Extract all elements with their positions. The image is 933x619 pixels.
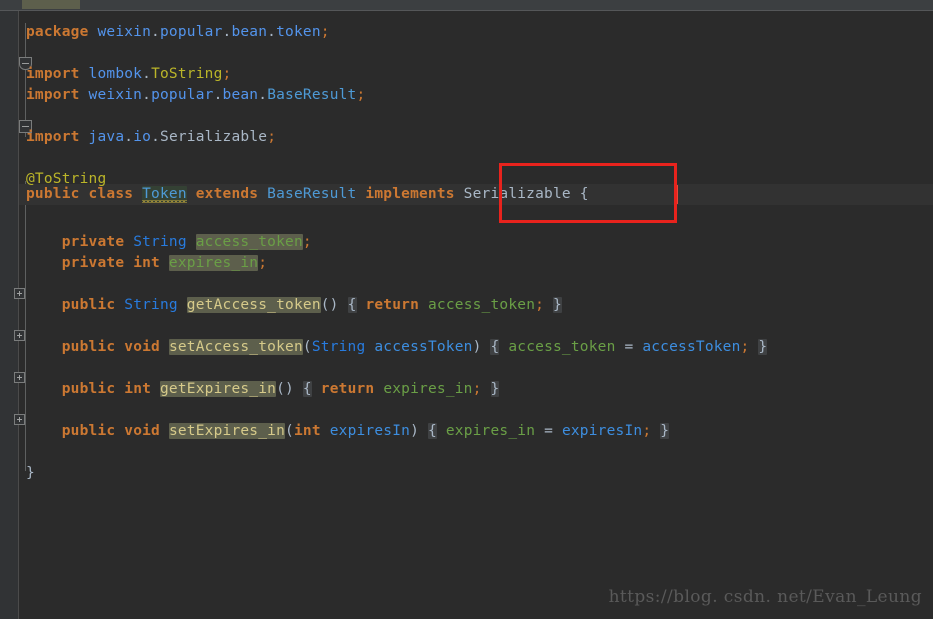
superclass-name: BaseResult xyxy=(267,186,357,202)
field-type: String xyxy=(133,234,187,250)
editor-gutter[interactable] xyxy=(0,11,18,619)
keyword-import: import xyxy=(26,66,80,82)
keyword-private: private xyxy=(61,234,125,250)
package-segment: io xyxy=(133,129,152,145)
imported-type: Serializable xyxy=(160,129,268,145)
field-reference: access_token xyxy=(508,339,616,355)
package-segment: popular xyxy=(151,87,214,103)
code-canvas[interactable]: package weixin.popular.bean.token; impor… xyxy=(19,11,933,619)
active-tab-marker[interactable] xyxy=(22,0,80,9)
method-close-brace: } xyxy=(758,339,768,355)
keyword-implements: implements xyxy=(365,186,455,202)
method-name-get-access-token[interactable]: getAccess_token xyxy=(186,297,321,313)
code-line-field-access-token[interactable]: private String access_token; xyxy=(19,232,312,253)
code-line-field-expires-in[interactable]: private int expires_in; xyxy=(19,253,267,274)
class-name-token[interactable]: Token xyxy=(142,186,187,203)
field-reference: access_token xyxy=(427,297,536,313)
keyword-public: public xyxy=(61,339,116,355)
keyword-public: public xyxy=(61,381,116,397)
text-caret xyxy=(676,185,678,204)
method-open-brace: { xyxy=(347,297,357,313)
method-return-type: int xyxy=(124,381,152,397)
method-close-brace: } xyxy=(553,297,562,313)
keyword-import: import xyxy=(26,87,80,103)
code-line-package[interactable]: package weixin.popular.bean.token; xyxy=(19,22,330,43)
method-name-set-expires-in[interactable]: setExpires_in xyxy=(168,423,286,439)
param-type: String xyxy=(311,339,366,355)
package-segment: popular xyxy=(159,24,223,40)
field-type: int xyxy=(133,255,160,271)
method-return-type: void xyxy=(124,339,160,355)
code-line-import-baseresult[interactable]: import weixin.popular.bean.BaseResult; xyxy=(19,85,365,106)
interface-name: Serializable xyxy=(463,186,571,202)
field-name-expires-in[interactable]: expires_in xyxy=(168,255,259,271)
field-reference: expires_in xyxy=(383,381,473,397)
package-segment: java xyxy=(88,129,125,145)
method-return-type: String xyxy=(124,297,178,313)
param-reference: accessToken xyxy=(642,339,741,355)
package-segment: bean xyxy=(231,24,268,40)
code-line-method-get-access-token[interactable]: public String getAccess_token() { return… xyxy=(19,295,562,316)
keyword-return: return xyxy=(365,297,420,313)
param-type: int xyxy=(293,423,321,439)
code-line-method-get-expires-in[interactable]: public int getExpires_in() { return expi… xyxy=(19,379,500,400)
keyword-public: public xyxy=(61,297,116,313)
code-line-import-lombok[interactable]: import lombok.ToString; xyxy=(19,64,231,85)
method-name-get-expires-in[interactable]: getExpires_in xyxy=(160,381,277,397)
imported-type: BaseResult xyxy=(267,87,357,103)
code-line-method-set-access-token[interactable]: public void setAccess_token(String acces… xyxy=(19,337,768,358)
method-open-brace: { xyxy=(302,381,312,397)
keyword-private: private xyxy=(61,255,125,271)
param-name: expiresIn xyxy=(329,423,411,439)
field-name-access-token[interactable]: access_token xyxy=(195,234,303,250)
method-return-type: void xyxy=(124,423,160,439)
class-closing-brace: } xyxy=(26,465,35,481)
package-segment: weixin xyxy=(88,87,143,103)
keyword-package: package xyxy=(26,24,89,40)
package-segment: token xyxy=(276,24,321,40)
keyword-return: return xyxy=(320,381,375,397)
param-name: accessToken xyxy=(374,339,473,355)
code-line-method-set-expires-in[interactable]: public void setExpires_in(int expiresIn)… xyxy=(19,421,670,442)
method-close-brace: } xyxy=(660,423,670,439)
method-close-brace: } xyxy=(490,381,500,397)
package-segment: bean xyxy=(222,87,259,103)
keyword-public: public xyxy=(26,186,80,202)
keyword-import: import xyxy=(26,129,80,145)
keyword-extends: extends xyxy=(195,186,259,202)
imported-type: ToString xyxy=(151,66,223,82)
code-editor[interactable]: package weixin.popular.bean.token; impor… xyxy=(0,11,933,619)
keyword-class: class xyxy=(88,186,134,202)
package-segment: lombok xyxy=(88,66,143,82)
method-open-brace: { xyxy=(427,423,437,439)
field-reference: expires_in xyxy=(445,423,536,439)
code-line-import-serializable[interactable]: import java.io.Serializable; xyxy=(19,127,276,148)
param-reference: expiresIn xyxy=(561,423,643,439)
warning-squiggle xyxy=(142,200,187,203)
keyword-public: public xyxy=(61,423,116,439)
code-line-class-declaration[interactable]: public class Token extends BaseResult im… xyxy=(19,184,589,205)
code-line-class-close[interactable]: } xyxy=(19,463,35,484)
method-name-set-access-token[interactable]: setAccess_token xyxy=(168,339,303,355)
editor-tab-strip xyxy=(0,0,933,10)
blog-watermark: https://blog. csdn. net/Evan_Leung xyxy=(608,587,922,607)
package-segment: weixin xyxy=(97,24,152,40)
